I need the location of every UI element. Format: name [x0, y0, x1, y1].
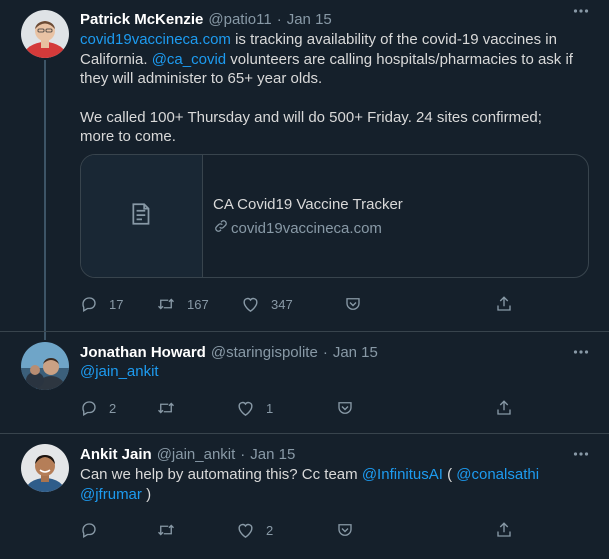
bookmark-icon [336, 521, 354, 539]
link[interactable]: covid19vaccineca.com [80, 31, 231, 48]
card-thumbnail [81, 155, 203, 277]
retweet-icon [156, 295, 176, 313]
document-icon [129, 201, 155, 232]
retweet-button[interactable] [156, 398, 176, 418]
thread-line [44, 60, 46, 340]
share-button[interactable] [484, 294, 513, 314]
reply-icon [80, 295, 98, 313]
reply-button[interactable]: 17 [80, 294, 123, 314]
timestamp[interactable]: Jan 15 [287, 11, 332, 28]
share-icon [495, 295, 513, 313]
card-url: covid19vaccineca.com [213, 218, 382, 238]
reply-button[interactable]: 2 [80, 398, 116, 418]
timestamp[interactable]: Jan 15 [333, 344, 378, 361]
like-count: 2 [266, 522, 274, 538]
retweet-button[interactable]: 167 [156, 294, 209, 314]
text-paragraph: We called 100+ Thursday and will do 500+… [80, 108, 542, 146]
retweet-button[interactable] [156, 520, 176, 540]
heart-icon [236, 399, 255, 417]
reply-icon [80, 399, 98, 417]
card-url-text: covid19vaccineca.com [231, 219, 382, 237]
bookmark-icon [344, 295, 362, 313]
separator-dot: · [322, 343, 328, 361]
share-icon [495, 521, 513, 539]
display-name[interactable]: Ankit Jain [80, 446, 152, 463]
text-segment: ( [442, 466, 457, 483]
bookmark-button[interactable] [333, 294, 362, 314]
separator-dot: · [240, 445, 246, 463]
avatar[interactable] [21, 342, 69, 390]
username[interactable]: @patio11 [208, 11, 271, 28]
retweet-count: 167 [187, 296, 209, 312]
mention-link[interactable]: @jfrumar [80, 486, 142, 503]
like-button[interactable]: 1 [236, 398, 273, 418]
tweet-jonathan[interactable]: Jonathan Howard @staringispolite · Jan 1… [0, 332, 609, 432]
share-button[interactable] [484, 520, 513, 540]
tweet-text: covid19vaccineca.com is tracking availab… [80, 30, 580, 147]
username[interactable]: @staringispolite [211, 344, 318, 361]
like-button[interactable]: 2 [236, 520, 273, 540]
retweet-icon [156, 521, 176, 539]
share-button[interactable] [484, 398, 513, 418]
reply-button[interactable] [80, 520, 98, 540]
tweet-header: Jonathan Howard @staringispolite · Jan 1… [80, 341, 378, 363]
bookmark-button[interactable] [325, 398, 354, 418]
mention-link[interactable]: @conalsathi [456, 466, 539, 483]
like-button[interactable]: 347 [241, 294, 293, 314]
text-segment: ) [141, 485, 152, 503]
retweet-icon [156, 399, 176, 417]
card-title: CA Covid19 Vaccine Tracker [213, 196, 403, 213]
mention-link[interactable]: @InfinitusAI [362, 466, 443, 483]
heart-icon [236, 521, 255, 539]
username[interactable]: @jain_ankit [157, 446, 236, 463]
tweet-header: Ankit Jain @jain_ankit · Jan 15 [80, 443, 295, 465]
share-icon [495, 399, 513, 417]
tweet-patrick[interactable]: Patrick McKenzie @patio11 · Jan 15 covid… [0, 0, 609, 340]
timestamp[interactable]: Jan 15 [250, 446, 295, 463]
reply-count: 2 [109, 400, 117, 416]
like-count: 347 [271, 296, 293, 312]
heart-icon [241, 295, 260, 313]
avatar[interactable] [21, 10, 69, 58]
reply-count: 17 [109, 296, 124, 312]
display-name[interactable]: Patrick McKenzie [80, 11, 203, 28]
tweet-header: Patrick McKenzie @patio11 · Jan 15 [80, 8, 332, 30]
text-segment: Can we help by automating this? Cc team [80, 466, 362, 483]
tweet-text: Can we help by automating this? Cc team … [80, 465, 580, 504]
separator-dot: · [276, 10, 282, 28]
bookmark-button[interactable] [325, 520, 354, 540]
like-count: 1 [266, 400, 274, 416]
reply-icon [80, 521, 98, 539]
link-card[interactable]: CA Covid19 Vaccine Tracker covid19vaccin… [80, 154, 589, 278]
display-name[interactable]: Jonathan Howard [80, 344, 206, 361]
more-horizontal-icon[interactable] [573, 345, 589, 359]
more-horizontal-icon[interactable] [573, 4, 589, 18]
link-icon [213, 218, 231, 238]
mention-link[interactable]: @ca_covid [152, 51, 226, 68]
tweet-text: @jain_ankit [80, 362, 580, 382]
more-horizontal-icon[interactable] [573, 447, 589, 461]
mention-link[interactable]: @jain_ankit [80, 363, 159, 380]
tweet-feed: Patrick McKenzie @patio11 · Jan 15 covid… [0, 0, 609, 559]
tweet-ankit[interactable]: Ankit Jain @jain_ankit · Jan 15 Can we h… [0, 434, 609, 559]
avatar[interactable] [21, 444, 69, 492]
bookmark-icon [336, 399, 354, 417]
